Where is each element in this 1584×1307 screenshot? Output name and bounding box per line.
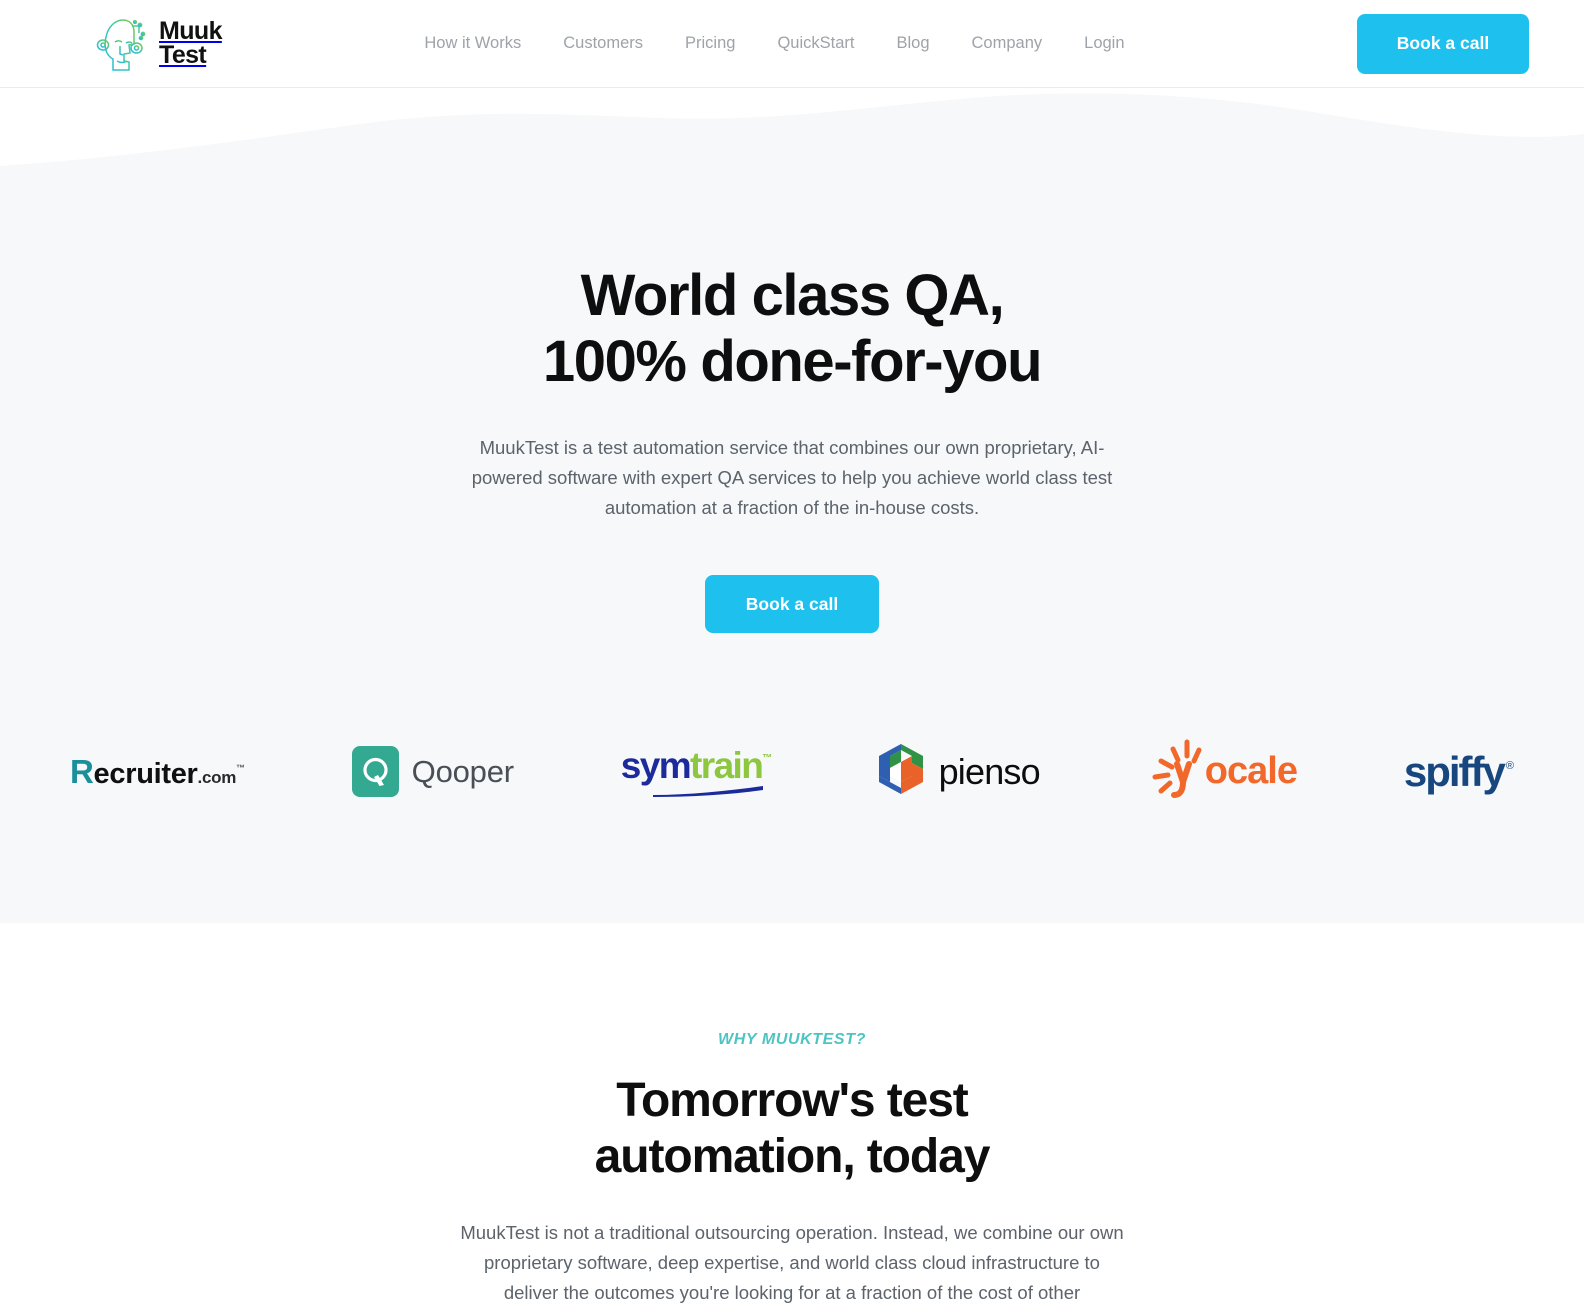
- nav-item-customers[interactable]: Customers: [563, 34, 643, 53]
- nav-item-how-it-works[interactable]: How it Works: [424, 34, 521, 53]
- client-logo-spiffy: spiffy ®: [1404, 748, 1514, 796]
- recruiter-initial: R: [70, 752, 94, 790]
- main-navigation: How it Works Customers Pricing QuickStar…: [192, 34, 1357, 53]
- why-body-text: MuukTest is not a traditional outsourcin…: [460, 1222, 1124, 1303]
- client-logo-pienso: pienso: [878, 743, 1041, 800]
- spiffy-registered-icon: ®: [1505, 759, 1514, 772]
- hero-wave-divider: [0, 93, 1584, 180]
- client-logo-yocale: ocale: [1147, 738, 1298, 805]
- site-header: Muuk Test How it Works Customers Pricing…: [0, 0, 1584, 88]
- hero-title: World class QA, 100% done-for-you: [542, 263, 1043, 395]
- why-title: Tomorrow's test automation, today: [594, 1074, 991, 1183]
- nav-item-blog[interactable]: Blog: [896, 34, 929, 53]
- hero-book-a-call-button[interactable]: Book a call: [705, 575, 879, 634]
- why-muuktest-section: WHY MUUKTEST? Tomorrow's test automation…: [0, 923, 1584, 1307]
- nav-item-quickstart[interactable]: QuickStart: [777, 34, 854, 53]
- qooper-q-icon: [351, 746, 399, 798]
- recruiter-word: ecruiter: [93, 757, 198, 790]
- yocale-burst-icon: [1147, 738, 1211, 805]
- nav-item-company[interactable]: Company: [972, 34, 1043, 53]
- recruiter-trademark-icon: ™: [236, 762, 245, 773]
- nav-item-pricing[interactable]: Pricing: [685, 34, 735, 53]
- client-logo-recruiter: R ecruiter .com ™: [70, 753, 245, 791]
- hero-section: World class QA, 100% done-for-you MuukTe…: [0, 88, 1584, 924]
- spiffy-word: spiffy: [1403, 747, 1506, 795]
- client-logo-qooper: Qooper: [351, 746, 514, 798]
- hero-subtitle: MuukTest is a test automation service th…: [471, 437, 1113, 519]
- recruiter-suffix: .com: [197, 767, 237, 787]
- pienso-cube-icon: [878, 743, 924, 800]
- symtrain-swoosh-icon: [652, 785, 763, 797]
- symtrain-part-two: train: [690, 744, 764, 786]
- client-logo-strip: R ecruiter .com ™ Qooper symtrain™ piens…: [0, 633, 1584, 924]
- symtrain-trademark-icon: ™: [762, 752, 772, 764]
- symtrain-part-one: sym: [620, 744, 692, 786]
- pienso-word: pienso: [938, 750, 1041, 792]
- nav-item-login[interactable]: Login: [1084, 34, 1124, 53]
- yocale-word: ocale: [1204, 750, 1298, 793]
- qooper-word: Qooper: [411, 753, 514, 789]
- muuktest-face-icon: [95, 14, 147, 74]
- header-book-a-call-button[interactable]: Book a call: [1357, 13, 1529, 74]
- why-eyebrow: WHY MUUKTEST?: [718, 1031, 866, 1049]
- hero-content: World class QA, 100% done-for-you MuukTe…: [0, 179, 1584, 634]
- client-logo-symtrain: symtrain™: [620, 744, 772, 799]
